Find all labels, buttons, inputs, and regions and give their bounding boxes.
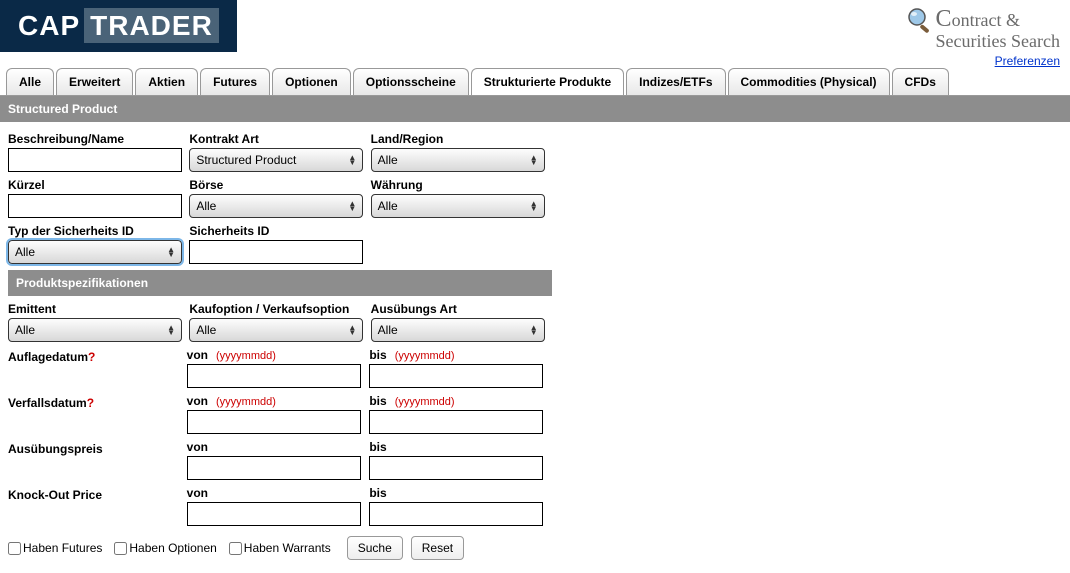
tab-cfds[interactable]: CFDs — [892, 68, 949, 95]
chevron-updown-icon: ▲▼ — [530, 325, 538, 335]
label-kuerzel: Kürzel — [8, 178, 185, 192]
chevron-updown-icon: ▲▼ — [530, 201, 538, 211]
tab-alle[interactable]: Alle — [6, 68, 54, 95]
label-von: von(yyyymmdd) — [187, 348, 366, 362]
waehrung-select[interactable]: Alle ▲▼ — [371, 194, 545, 218]
kaufverkauf-select[interactable]: Alle ▲▼ — [189, 318, 363, 342]
chevron-updown-icon: ▲▼ — [167, 247, 175, 257]
label-bis: bis — [369, 440, 548, 454]
label-ausuebungspreis: Ausübungspreis — [8, 442, 187, 456]
haben-futures-checkbox[interactable] — [8, 542, 21, 555]
tab-optionsscheine[interactable]: Optionsscheine — [353, 68, 469, 95]
tab-aktien[interactable]: Aktien — [135, 68, 198, 95]
tab-commodities[interactable]: Commodities (Physical) — [728, 68, 890, 95]
haben-warrants-checkbox[interactable] — [229, 542, 242, 555]
sicherheits-id-input[interactable] — [189, 240, 363, 264]
tab-futures[interactable]: Futures — [200, 68, 270, 95]
tab-optionen[interactable]: Optionen — [272, 68, 351, 95]
chevron-updown-icon: ▲▼ — [348, 325, 356, 335]
chevron-updown-icon: ▲▼ — [530, 155, 538, 165]
tab-indizes-etfs[interactable]: Indizes/ETFs — [626, 68, 725, 95]
label-typ-sicherheits-id: Typ der Sicherheits ID — [8, 224, 185, 238]
chevron-updown-icon: ▲▼ — [167, 325, 175, 335]
logo-trader: TRADER — [90, 10, 213, 41]
help-icon[interactable]: ? — [88, 350, 95, 364]
kuerzel-input[interactable] — [8, 194, 182, 218]
ausuebungspreis-bis-input[interactable] — [369, 456, 543, 480]
knockout-von-input[interactable] — [187, 502, 361, 526]
section-produktspezifikationen: Produktspezifikationen — [8, 270, 552, 296]
section-structured-product: Structured Product — [0, 96, 1070, 122]
typ-sicherheits-id-select[interactable]: Alle ▲▼ — [8, 240, 182, 264]
search-title: Contract & Securities Search — [906, 6, 1060, 52]
boerse-select[interactable]: Alle ▲▼ — [189, 194, 363, 218]
checkbox-row: Haben Futures Haben Optionen Haben Warra… — [8, 536, 552, 560]
label-verfallsdatum: Verfallsdatum? — [8, 396, 187, 410]
label-von: von — [187, 486, 366, 500]
auflagedatum-bis-input[interactable] — [369, 364, 543, 388]
beschreibung-input[interactable] — [8, 148, 182, 172]
check-haben-optionen[interactable]: Haben Optionen — [114, 541, 216, 555]
reset-button[interactable]: Reset — [411, 536, 464, 560]
chevron-updown-icon: ▲▼ — [348, 201, 356, 211]
form-area: Beschreibung/Name Kontrakt Art Structure… — [0, 122, 560, 570]
auflagedatum-von-input[interactable] — [187, 364, 361, 388]
kontrakt-art-select[interactable]: Structured Product ▲▼ — [189, 148, 363, 172]
label-von: von(yyyymmdd) — [187, 394, 366, 408]
label-sicherheits-id: Sicherheits ID — [189, 224, 366, 238]
tab-strukturierte-produkte[interactable]: Strukturierte Produkte — [471, 68, 624, 95]
suche-button[interactable]: Suche — [347, 536, 403, 560]
tab-erweitert[interactable]: Erweitert — [56, 68, 133, 95]
ausuebungsart-select[interactable]: Alle ▲▼ — [371, 318, 545, 342]
label-boerse: Börse — [189, 178, 366, 192]
label-bis: bis — [369, 486, 548, 500]
label-land-region: Land/Region — [371, 132, 548, 146]
emittent-select[interactable]: Alle ▲▼ — [8, 318, 182, 342]
label-kontrakt-art: Kontrakt Art — [189, 132, 366, 146]
label-bis: bis(yyyymmdd) — [369, 394, 548, 408]
knockout-bis-input[interactable] — [369, 502, 543, 526]
label-kaufverkauf: Kaufoption / Verkaufsoption — [189, 302, 366, 316]
preferences-link[interactable]: Preferenzen — [995, 54, 1060, 68]
tabbar: Alle Erweitert Aktien Futures Optionen O… — [0, 68, 1070, 96]
label-von: von — [187, 440, 366, 454]
label-bis: bis(yyyymmdd) — [369, 348, 548, 362]
verfallsdatum-von-input[interactable] — [187, 410, 361, 434]
logo: CAP TRADER — [0, 0, 237, 52]
label-ausuebungsart: Ausübungs Art — [371, 302, 548, 316]
verfallsdatum-bis-input[interactable] — [369, 410, 543, 434]
logo-cap: CAP — [18, 10, 80, 41]
label-emittent: Emittent — [8, 302, 185, 316]
check-haben-futures[interactable]: Haben Futures — [8, 541, 102, 555]
ausuebungspreis-von-input[interactable] — [187, 456, 361, 480]
check-haben-warrants[interactable]: Haben Warrants — [229, 541, 331, 555]
chevron-updown-icon: ▲▼ — [348, 155, 356, 165]
haben-optionen-checkbox[interactable] — [114, 542, 127, 555]
label-waehrung: Währung — [371, 178, 548, 192]
label-knockout: Knock-Out Price — [8, 488, 187, 502]
label-beschreibung: Beschreibung/Name — [8, 132, 185, 146]
label-auflagedatum: Auflagedatum? — [8, 350, 187, 364]
help-icon[interactable]: ? — [87, 396, 94, 410]
header: CAP TRADER Contract & Securities Search P… — [0, 0, 1070, 68]
magnifier-icon — [906, 6, 934, 34]
land-region-select[interactable]: Alle ▲▼ — [371, 148, 545, 172]
